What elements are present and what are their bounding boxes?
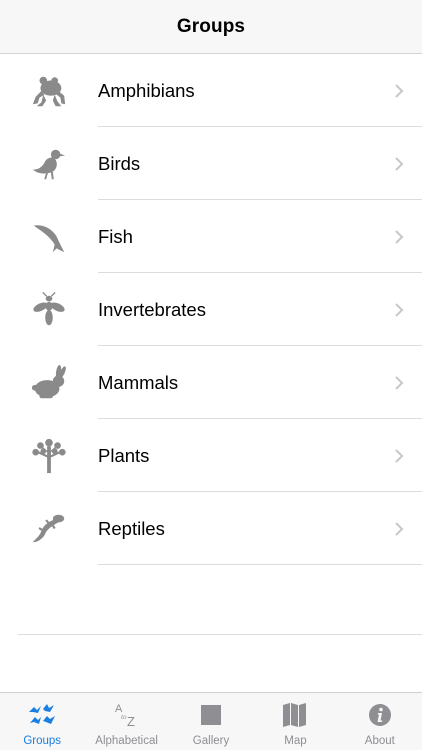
chevron-right-icon [395, 521, 404, 536]
tab-gallery[interactable]: Gallery [169, 693, 253, 750]
group-row-mammals[interactable]: Mammals [0, 346, 422, 419]
list-footer-divider [18, 634, 422, 635]
group-row-birds[interactable]: Birds [0, 127, 422, 200]
lizard-icon [30, 510, 68, 548]
tree-icon [30, 437, 68, 475]
group-row-fish[interactable]: Fish [0, 200, 422, 273]
group-label: Mammals [98, 371, 179, 393]
group-row-reptiles[interactable]: Reptiles [0, 492, 422, 565]
chevron-right-icon [395, 83, 404, 98]
tab-about[interactable]: About [338, 693, 422, 750]
map-icon [281, 702, 309, 728]
fish-icon [30, 218, 68, 256]
groups-list: Amphibians Birds Fish Invertebrates Mamm… [0, 54, 422, 565]
chevron-right-icon [395, 302, 404, 317]
tab-label: Alphabetical [95, 735, 158, 747]
tab-label: Gallery [192, 735, 230, 747]
tab-label: Groups [23, 735, 62, 747]
tab-label: Map [284, 735, 307, 747]
tab-map[interactable]: Map [253, 693, 337, 750]
tab-alphabetical[interactable]: A to Z Alphabetical [84, 693, 168, 750]
group-label: Invertebrates [98, 298, 206, 320]
insect-icon [30, 291, 68, 329]
rabbit-icon [30, 364, 68, 402]
group-row-plants[interactable]: Plants [0, 419, 422, 492]
group-label: Birds [98, 152, 141, 174]
chevron-right-icon [395, 375, 404, 390]
bird-icon [30, 145, 68, 183]
info-icon [366, 702, 394, 728]
tab-label: About [364, 735, 395, 747]
svg-text:Z: Z [127, 714, 135, 728]
chevron-right-icon [395, 156, 404, 171]
group-row-amphibians[interactable]: Amphibians [0, 54, 422, 127]
gallery-square-icon [197, 702, 225, 728]
tab-groups[interactable]: Groups [0, 693, 84, 750]
row-divider [98, 564, 422, 565]
group-label: Amphibians [98, 79, 195, 101]
page-title: Groups [176, 15, 246, 37]
navigation-bar: Groups [0, 0, 422, 54]
tab-bar: Groups A to Z Alphabetical Gallery Map A… [0, 692, 422, 750]
group-label: Fish [98, 225, 133, 247]
chevron-right-icon [395, 448, 404, 463]
birds-group-icon [28, 702, 56, 728]
chevron-right-icon [395, 229, 404, 244]
a-to-z-icon: A to Z [113, 702, 141, 728]
group-label: Reptiles [98, 517, 165, 539]
group-row-invertebrates[interactable]: Invertebrates [0, 273, 422, 346]
frog-icon [30, 72, 68, 110]
group-label: Plants [98, 444, 150, 466]
